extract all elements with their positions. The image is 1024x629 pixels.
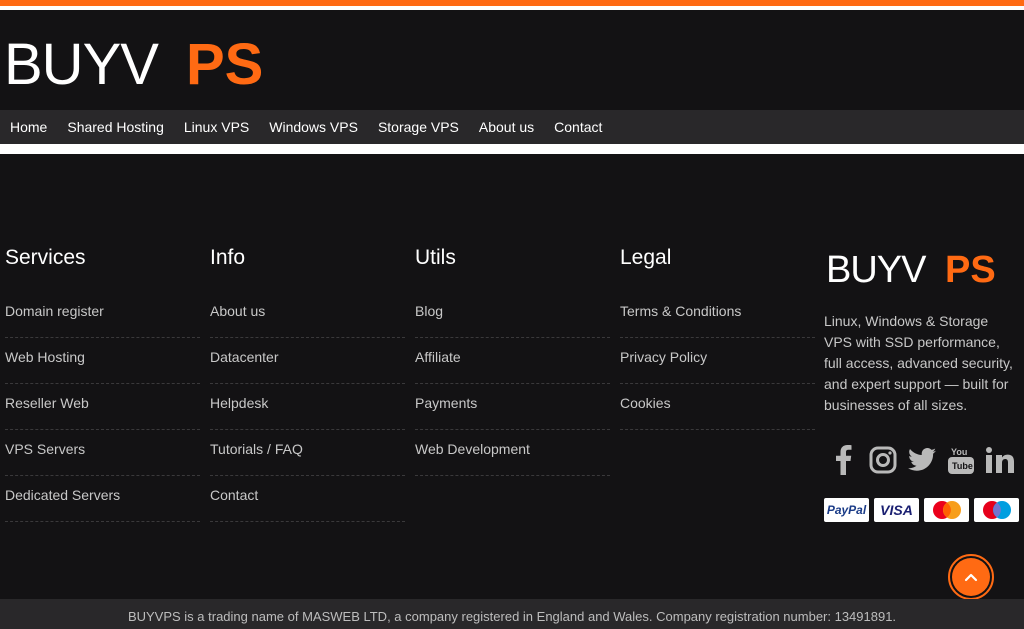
list-item: VPS Servers xyxy=(5,430,200,476)
facebook-icon[interactable] xyxy=(824,442,863,478)
mastercard-icon xyxy=(924,498,969,522)
nav-contact[interactable]: Contact xyxy=(544,110,612,144)
footer-heading-services: Services xyxy=(5,246,86,269)
footer-link-domain-register[interactable]: Domain register xyxy=(5,292,200,320)
list-item: Helpdesk xyxy=(210,384,405,430)
footer-link-payments[interactable]: Payments xyxy=(415,384,610,412)
nav-shared-hosting[interactable]: Shared Hosting xyxy=(57,110,174,144)
footer-brand: BUYV PS Linux, Windows & Storage VPS wit… xyxy=(824,244,1019,522)
footer-col-utils: Utils Blog Affiliate Payments Web Develo… xyxy=(415,246,610,476)
footer-link-vps-servers[interactable]: VPS Servers xyxy=(5,430,200,458)
main-nav: Home Shared Hosting Linux VPS Windows VP… xyxy=(0,110,1024,144)
list-item: Blog xyxy=(415,292,610,338)
site-footer: Services Domain register Web Hosting Res… xyxy=(0,154,1024,599)
nav-divider xyxy=(0,144,1024,154)
list-item: Terms & Conditions xyxy=(620,292,815,338)
nav-storage-vps[interactable]: Storage VPS xyxy=(368,110,469,144)
brand-description: Linux, Windows & Storage VPS with SSD pe… xyxy=(824,313,1013,413)
linkedin-icon[interactable] xyxy=(980,442,1019,478)
footer-link-privacy-policy[interactable]: Privacy Policy xyxy=(620,338,815,366)
instagram-icon[interactable] xyxy=(863,442,902,478)
list-item: Web Development xyxy=(415,430,610,476)
footer-heading-utils: Utils xyxy=(415,246,456,269)
footer-link-helpdesk[interactable]: Helpdesk xyxy=(210,384,405,412)
svg-text:PS: PS xyxy=(945,249,996,286)
footer-logo[interactable]: BUYV PS xyxy=(826,248,1019,291)
chevron-up-icon xyxy=(964,573,978,582)
footer-link-web-development[interactable]: Web Development xyxy=(415,430,610,458)
footer-link-tutorials-faq[interactable]: Tutorials / FAQ xyxy=(210,430,405,458)
list-item: Reseller Web xyxy=(5,384,200,430)
scroll-to-top-inner xyxy=(952,558,990,596)
site-header: BUYV PS xyxy=(0,10,1024,110)
footer-link-terms[interactable]: Terms & Conditions xyxy=(620,292,815,320)
nav-home[interactable]: Home xyxy=(0,110,57,144)
buyvps-logo-image: BUYV PS xyxy=(4,32,263,97)
site-logo[interactable]: BUYV PS xyxy=(4,32,294,97)
footer-link-reseller-web[interactable]: Reseller Web xyxy=(5,384,200,412)
paypal-badge: PayPal xyxy=(824,498,869,522)
svg-text:You: You xyxy=(951,447,967,457)
footer-link-web-hosting[interactable]: Web Hosting xyxy=(5,338,200,366)
footer-heading-legal: Legal xyxy=(620,246,672,269)
svg-text:PS: PS xyxy=(186,34,263,90)
list-item: Datacenter xyxy=(210,338,405,384)
list-item: Contact xyxy=(210,476,405,522)
list-item: Cookies xyxy=(620,384,815,430)
list-item: Domain register xyxy=(5,292,200,338)
svg-text:BUYV: BUYV xyxy=(826,249,927,286)
copyright-bar: BUYVPS is a trading name of MASWEB LTD, … xyxy=(0,599,1024,629)
visa-badge: VISA xyxy=(874,498,919,522)
twitter-icon[interactable] xyxy=(902,442,941,478)
footer-link-blog[interactable]: Blog xyxy=(415,292,610,320)
svg-text:BUYV: BUYV xyxy=(4,34,159,90)
list-item: About us xyxy=(210,292,405,338)
footer-col-legal: Legal Terms & Conditions Privacy Policy … xyxy=(620,246,815,430)
payment-methods: PayPal VISA xyxy=(824,498,1019,522)
footer-heading-info: Info xyxy=(210,246,246,269)
list-item: Privacy Policy xyxy=(620,338,815,384)
footer-link-dedicated-servers[interactable]: Dedicated Servers xyxy=(5,476,200,504)
scroll-to-top-button[interactable] xyxy=(948,554,994,600)
footer-link-about-us[interactable]: About us xyxy=(210,292,405,320)
footer-link-affiliate[interactable]: Affiliate xyxy=(415,338,610,366)
list-item: Payments xyxy=(415,384,610,430)
youtube-icon[interactable]: You Tube xyxy=(941,442,980,478)
buyvps-footer-logo-image: BUYV PS xyxy=(826,249,996,291)
svg-text:Tube: Tube xyxy=(952,461,973,471)
list-item: Tutorials / FAQ xyxy=(210,430,405,476)
nav-windows-vps[interactable]: Windows VPS xyxy=(259,110,368,144)
nav-linux-vps[interactable]: Linux VPS xyxy=(174,110,259,144)
list-item: Web Hosting xyxy=(5,338,200,384)
list-item: Dedicated Servers xyxy=(5,476,200,522)
footer-col-services: Services Domain register Web Hosting Res… xyxy=(5,246,200,522)
footer-link-cookies[interactable]: Cookies xyxy=(620,384,815,412)
footer-link-contact[interactable]: Contact xyxy=(210,476,405,504)
maestro-icon xyxy=(974,498,1019,522)
footer-col-info: Info About us Datacenter Helpdesk Tutori… xyxy=(210,246,405,522)
nav-about-us[interactable]: About us xyxy=(469,110,544,144)
footer-link-datacenter[interactable]: Datacenter xyxy=(210,338,405,366)
list-item: Affiliate xyxy=(415,338,610,384)
social-links: You Tube xyxy=(824,442,1019,478)
